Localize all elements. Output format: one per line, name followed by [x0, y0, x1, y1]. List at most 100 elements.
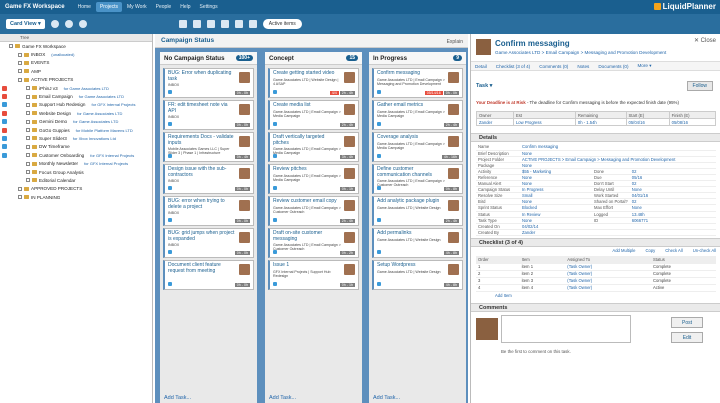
- estimate-badge[interactable]: 0h - 2h: [339, 250, 355, 255]
- tree-row-owner[interactable]: (unallocated): [51, 52, 74, 57]
- task-card[interactable]: Add analytic package plugin Game Associat…: [372, 196, 463, 226]
- card-title[interactable]: Issue 1: [273, 262, 341, 269]
- nav-projects[interactable]: Projects: [95, 2, 122, 12]
- tree-row-owner[interactable]: for Game Associates LTD: [77, 111, 122, 116]
- card-title[interactable]: Requirements Docs - validate inputs: [168, 134, 236, 146]
- estimate-badge[interactable]: 2h - 4h: [443, 122, 459, 127]
- add-task-link[interactable]: Add Task...: [164, 395, 191, 401]
- edit-icon[interactable]: [178, 20, 187, 28]
- estimate-badge[interactable]: 0h - 1h: [339, 282, 355, 287]
- task-card[interactable]: Document client feature request from mee…: [163, 260, 254, 290]
- expand-toggle-icon[interactable]: [18, 186, 22, 191]
- estimate-badge[interactable]: 0h - 0h: [234, 186, 250, 191]
- tree-row[interactable]: GoGo Guppies for Mobile Platform Mavens L…: [0, 126, 152, 134]
- tree-row[interactable]: INBOX (unallocated): [0, 50, 152, 58]
- explain-link[interactable]: Explain: [447, 39, 463, 45]
- tab-documents[interactable]: Documents (0): [598, 64, 628, 69]
- add-task-link[interactable]: Add Task...: [269, 395, 296, 401]
- tree-row-owner[interactable]: for Game Associates LTD: [64, 86, 109, 91]
- details-section-header[interactable]: Details: [471, 133, 720, 142]
- post-button[interactable]: Post: [671, 317, 703, 328]
- checklist-row[interactable]: 2 item 2 (Task Owner) Complete: [476, 270, 716, 278]
- tree-row[interactable]: Email Campaign for Game Associates LTD: [0, 92, 152, 100]
- tree-row[interactable]: ACTIVE PROJECTS: [0, 76, 152, 84]
- card-title[interactable]: Define customer communication channels: [377, 166, 445, 178]
- task-card[interactable]: Create media list Game Associates LTD | E…: [268, 100, 359, 130]
- edit-button[interactable]: Edit: [671, 332, 703, 343]
- task-card[interactable]: Confirm messaging Game Associates LTD | E…: [372, 68, 463, 98]
- expand-toggle-icon[interactable]: [26, 119, 30, 124]
- estimate-badge[interactable]: 0h - 0h: [234, 122, 250, 127]
- expand-toggle-icon[interactable]: [26, 170, 30, 175]
- expand-toggle-icon[interactable]: [18, 60, 22, 65]
- expand-toggle-icon[interactable]: [26, 161, 30, 166]
- task-card[interactable]: Design issue with the sub-contractors INB…: [163, 164, 254, 194]
- detail-breadcrumb[interactable]: Game Associates LTD > Email Campaign > M…: [495, 50, 666, 55]
- task-card[interactable]: Requirements Docs - validate inputs Mobil…: [163, 132, 254, 162]
- card-title[interactable]: Design issue with the sub-contractors: [168, 166, 236, 178]
- tree-row[interactable]: Website Design for Game Associates LTD: [0, 109, 152, 117]
- expand-toggle-icon[interactable]: [26, 153, 30, 158]
- column-name[interactable]: In Progress: [373, 55, 407, 62]
- tree-row-owner[interactable]: for Game Associates LTD: [79, 94, 124, 99]
- timer-icon[interactable]: [206, 20, 215, 28]
- expand-toggle-icon[interactable]: [9, 44, 13, 49]
- checklist-cell[interactable]: item 3: [519, 277, 566, 285]
- card-title[interactable]: Gather email metrics: [377, 102, 445, 109]
- tree-row[interactable]: Customer Onboarding for GFX Internal Proj…: [0, 151, 152, 159]
- task-card[interactable]: Define customer communication channels Ga…: [372, 164, 463, 194]
- estimate-badge[interactable]: 0h - 0h: [234, 282, 250, 287]
- expand-toggle-icon[interactable]: [18, 69, 22, 74]
- tree-row[interactable]: Support Hub Redesign for GFX Internal Pro…: [0, 101, 152, 109]
- tree-row[interactable]: Editorial Calendar: [0, 176, 152, 184]
- estimate-badge[interactable]: 4h - 8h: [443, 250, 459, 255]
- checklist-row[interactable]: 4 item 4 (Task Owner) Active: [476, 284, 716, 292]
- summary-value[interactable]: 0h - 1.54h: [574, 118, 627, 126]
- tree-row-owner[interactable]: for Game Associates LTD: [73, 119, 118, 124]
- tree-row[interactable]: Game FX Workspace: [0, 42, 152, 50]
- summary-value[interactable]: Low Progress: [512, 118, 576, 126]
- settings-icon[interactable]: [64, 20, 73, 28]
- tree-row[interactable]: AMP: [0, 67, 152, 75]
- expand-toggle-icon[interactable]: [26, 111, 30, 116]
- nav-people[interactable]: People: [152, 2, 176, 12]
- card-title[interactable]: Create getting started video: [273, 70, 341, 77]
- estimate-badge[interactable]: 3h - 4h: [339, 154, 355, 159]
- expand-toggle-icon[interactable]: [26, 86, 30, 91]
- task-card[interactable]: Review customer email copy Game Associate…: [268, 196, 359, 226]
- tree-row[interactable]: EVENTS: [0, 59, 152, 67]
- checklist-action-link[interactable]: Add Multiple: [612, 248, 635, 253]
- tree-row[interactable]: DW Timeframe: [0, 143, 152, 151]
- card-title[interactable]: Review pitches: [273, 166, 341, 173]
- estimate-badge[interactable]: 4h - 16h: [441, 154, 459, 159]
- tree-row-owner[interactable]: for GFX Internal Projects: [84, 161, 128, 166]
- card-view-button[interactable]: Card View ▾: [6, 19, 45, 29]
- task-card[interactable]: Create getting started video Game Associa…: [268, 68, 359, 98]
- person-icon[interactable]: [220, 20, 229, 28]
- detail-field-value[interactable]: Zander: [520, 229, 716, 236]
- tree-row[interactable]: Focus Group Analysis: [0, 168, 152, 176]
- checklist-action-link[interactable]: Check All: [665, 248, 682, 253]
- card-title[interactable]: BUG: Error when duplicating task: [168, 70, 236, 82]
- tree-row[interactable]: IN PLANNING: [0, 193, 152, 201]
- tab-more[interactable]: More ▾: [637, 63, 651, 69]
- card-title[interactable]: Create media list: [273, 102, 341, 109]
- checklist-section-header[interactable]: Checklist (3 of 4): [471, 238, 720, 247]
- tree-row[interactable]: APPROVED PROJECTS: [0, 185, 152, 193]
- add-task-link[interactable]: Add Task...: [373, 395, 400, 401]
- estimate-badge[interactable]: 0h - 1h: [339, 186, 355, 191]
- nav-settings[interactable]: Settings: [196, 2, 222, 12]
- expand-toggle-icon[interactable]: [18, 52, 22, 57]
- expand-toggle-icon[interactable]: [18, 77, 22, 82]
- tab-comments[interactable]: Comments (0): [539, 64, 568, 69]
- card-title[interactable]: FR: edit timesheet note via API: [168, 102, 236, 114]
- estimate-badge[interactable]: 0h - 4h: [234, 154, 250, 159]
- delete-icon[interactable]: [192, 20, 201, 28]
- task-card[interactable]: Draft vertically targeted pitches Game As…: [268, 132, 359, 162]
- tab-detail[interactable]: Detail: [475, 64, 487, 69]
- checklist-row[interactable]: 3 item 3 (Task Owner) Complete: [476, 277, 716, 285]
- estimate-badge[interactable]: 0h - 0h: [443, 90, 459, 95]
- task-card[interactable]: BUG: error when trying to delete a proje…: [163, 196, 254, 226]
- expand-toggle-icon[interactable]: [26, 94, 30, 99]
- card-title[interactable]: Add analytic package plugin: [377, 198, 445, 205]
